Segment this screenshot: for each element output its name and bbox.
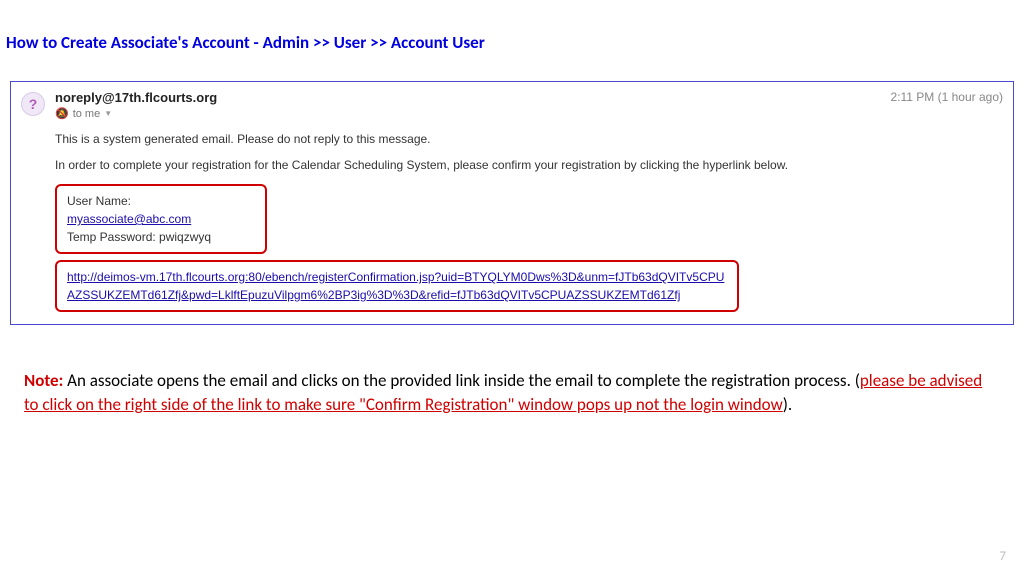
page-number: 7	[999, 549, 1006, 564]
note-text-before: An associate opens the email and clicks …	[63, 370, 860, 391]
sender-avatar: ?	[21, 92, 45, 116]
note-paragraph: Note: An associate opens the email and c…	[24, 369, 1000, 417]
username-label: User Name:	[67, 192, 153, 210]
recipient-line[interactable]: 🔕 to me ▼	[55, 107, 890, 120]
page-title: How to Create Associate's Account - Admi…	[0, 0, 1024, 53]
confirmation-link-highlight: http://deimos-vm.17th.flcourts.org:80/eb…	[55, 260, 739, 312]
password-value: pwiqzwyq	[159, 230, 211, 244]
password-label: Temp Password:	[67, 230, 156, 244]
chevron-down-icon: ▼	[104, 109, 112, 118]
credentials-highlight: User Name: myassociate@abc.com Temp Pass…	[55, 184, 267, 254]
email-timestamp: 2:11 PM (1 hour ago)	[890, 90, 1003, 104]
body-line-2: In order to complete your registration f…	[55, 158, 1003, 172]
mute-icon: 🔕	[55, 107, 69, 120]
username-link[interactable]: myassociate@abc.com	[67, 212, 191, 226]
to-text: to me	[73, 108, 101, 120]
email-body: This is a system generated email. Please…	[55, 132, 1003, 312]
note-text-after: ).	[783, 394, 792, 415]
email-header: ? noreply@17th.flcourts.org 🔕 to me ▼ 2:…	[21, 90, 1003, 120]
email-container: ? noreply@17th.flcourts.org 🔕 to me ▼ 2:…	[10, 81, 1014, 325]
body-line-1: This is a system generated email. Please…	[55, 132, 1003, 146]
sender-address: noreply@17th.flcourts.org	[55, 90, 890, 105]
note-label: Note:	[24, 370, 63, 391]
confirmation-link[interactable]: http://deimos-vm.17th.flcourts.org:80/eb…	[67, 270, 724, 302]
